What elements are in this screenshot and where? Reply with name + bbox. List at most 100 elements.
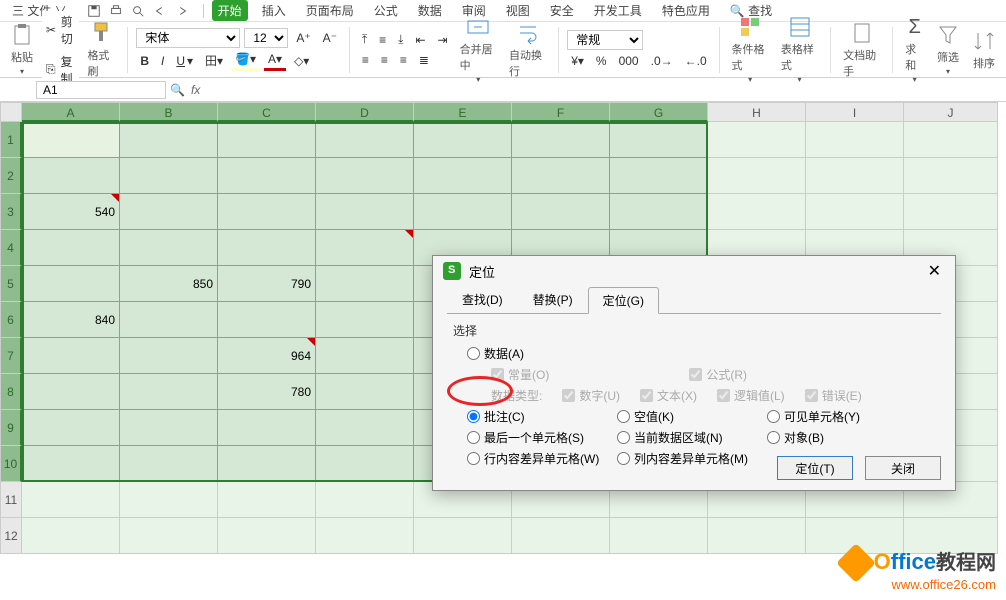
cell-C5[interactable]: 790: [218, 266, 316, 302]
cell-C11[interactable]: [218, 482, 316, 518]
col-header-H[interactable]: H: [708, 102, 806, 122]
cell-I3[interactable]: [806, 194, 904, 230]
tab-replace[interactable]: 替换(P): [518, 286, 588, 313]
print-icon[interactable]: [109, 4, 123, 18]
cell-G3[interactable]: [610, 194, 708, 230]
col-header-E[interactable]: E: [414, 102, 512, 122]
cell-D11[interactable]: [316, 482, 414, 518]
align-bottom-icon[interactable]: ⤓: [394, 30, 407, 49]
sort-button[interactable]: 排序: [968, 27, 1000, 73]
opt-obj[interactable]: 对象(B): [767, 429, 824, 446]
col-header-A[interactable]: A: [22, 102, 120, 122]
row-header-2[interactable]: 2: [0, 158, 22, 194]
cell-B6[interactable]: [120, 302, 218, 338]
redo-icon[interactable]: [175, 4, 189, 18]
table-style-button[interactable]: 表格样式▾: [777, 13, 822, 86]
merge-center-button[interactable]: 合并居中▾: [456, 13, 501, 86]
close-button[interactable]: 关闭: [865, 456, 941, 480]
decimal-decrease-icon[interactable]: ←.0: [681, 52, 711, 70]
cell-D4[interactable]: [316, 230, 414, 266]
tab-goto[interactable]: 定位(G): [588, 287, 659, 314]
opt-blank[interactable]: 空值(K): [617, 408, 767, 425]
cell-J1[interactable]: [904, 122, 998, 158]
cell-B1[interactable]: [120, 122, 218, 158]
decrease-font-icon[interactable]: A⁻: [319, 29, 341, 47]
cell-D8[interactable]: [316, 374, 414, 410]
row-header-6[interactable]: 6: [0, 302, 22, 338]
col-header-G[interactable]: G: [610, 102, 708, 122]
cell-J2[interactable]: [904, 158, 998, 194]
tab-insert[interactable]: 插入: [256, 0, 292, 21]
cell-A5[interactable]: [22, 266, 120, 302]
cell-A1[interactable]: [22, 122, 120, 158]
cell-C6[interactable]: [218, 302, 316, 338]
cell-B8[interactable]: [120, 374, 218, 410]
cell-D9[interactable]: [316, 410, 414, 446]
tab-layout[interactable]: 页面布局: [300, 0, 360, 21]
cell-A7[interactable]: [22, 338, 120, 374]
cell-H2[interactable]: [708, 158, 806, 194]
align-middle-icon[interactable]: ≡: [375, 31, 390, 49]
align-left-icon[interactable]: ≡: [358, 51, 373, 69]
row-header-5[interactable]: 5: [0, 266, 22, 302]
opt-rowdiff[interactable]: 行内容差异单元格(W): [467, 450, 617, 467]
select-all-corner[interactable]: [0, 102, 22, 122]
distribute-icon[interactable]: ≣: [415, 51, 433, 69]
cell-I2[interactable]: [806, 158, 904, 194]
cell-D6[interactable]: [316, 302, 414, 338]
cell-D7[interactable]: [316, 338, 414, 374]
indent-left-icon[interactable]: ⇤: [411, 31, 429, 49]
cell-E12[interactable]: [414, 518, 512, 554]
number-format-select[interactable]: 常规: [567, 30, 643, 50]
tab-find[interactable]: 查找(D): [447, 286, 518, 313]
percent-icon[interactable]: %: [592, 52, 611, 70]
cell-C12[interactable]: [218, 518, 316, 554]
row-header-12[interactable]: 12: [0, 518, 22, 554]
cell-F3[interactable]: [512, 194, 610, 230]
cell-H1[interactable]: [708, 122, 806, 158]
tab-formula[interactable]: 公式: [368, 0, 404, 21]
tab-data[interactable]: 数据: [412, 0, 448, 21]
cell-H12[interactable]: [708, 518, 806, 554]
tab-start[interactable]: 开始: [212, 0, 248, 21]
cell-G12[interactable]: [610, 518, 708, 554]
font-color-button[interactable]: A▾: [264, 50, 286, 71]
col-header-C[interactable]: C: [218, 102, 316, 122]
row-header-4[interactable]: 4: [0, 230, 22, 266]
cell-E3[interactable]: [414, 194, 512, 230]
cell-B5[interactable]: 850: [120, 266, 218, 302]
sum-button[interactable]: Σ求和▾: [901, 14, 928, 86]
cell-B11[interactable]: [120, 482, 218, 518]
zoom-icon[interactable]: 🔍: [170, 83, 185, 97]
cell-B10[interactable]: [120, 446, 218, 482]
opt-comment[interactable]: 批注(C): [467, 408, 617, 425]
cell-A8[interactable]: [22, 374, 120, 410]
filter-button[interactable]: 筛选▾: [932, 21, 964, 78]
cell-B2[interactable]: [120, 158, 218, 194]
font-size-select[interactable]: 12: [244, 28, 288, 48]
cell-G1[interactable]: [610, 122, 708, 158]
cell-F12[interactable]: [512, 518, 610, 554]
cell-A4[interactable]: [22, 230, 120, 266]
col-header-B[interactable]: B: [120, 102, 218, 122]
cell-D3[interactable]: [316, 194, 414, 230]
cell-E1[interactable]: [414, 122, 512, 158]
cell-B3[interactable]: [120, 194, 218, 230]
row-header-8[interactable]: 8: [0, 374, 22, 410]
col-header-J[interactable]: J: [904, 102, 998, 122]
cell-A11[interactable]: [22, 482, 120, 518]
opt-coldiff[interactable]: 列内容差异单元格(M): [617, 450, 748, 467]
cell-B9[interactable]: [120, 410, 218, 446]
cell-F1[interactable]: [512, 122, 610, 158]
cell-A12[interactable]: [22, 518, 120, 554]
font-name-select[interactable]: 宋体: [136, 28, 240, 48]
tab-special[interactable]: 特色应用: [656, 0, 716, 21]
italic-button[interactable]: I: [157, 52, 168, 70]
cell-J3[interactable]: [904, 194, 998, 230]
opt-data[interactable]: 数据(A): [467, 345, 524, 362]
decimal-increase-icon[interactable]: .0→: [647, 52, 677, 70]
cell-I1[interactable]: [806, 122, 904, 158]
cell-C10[interactable]: [218, 446, 316, 482]
cell-C4[interactable]: [218, 230, 316, 266]
bold-button[interactable]: B: [136, 52, 153, 70]
